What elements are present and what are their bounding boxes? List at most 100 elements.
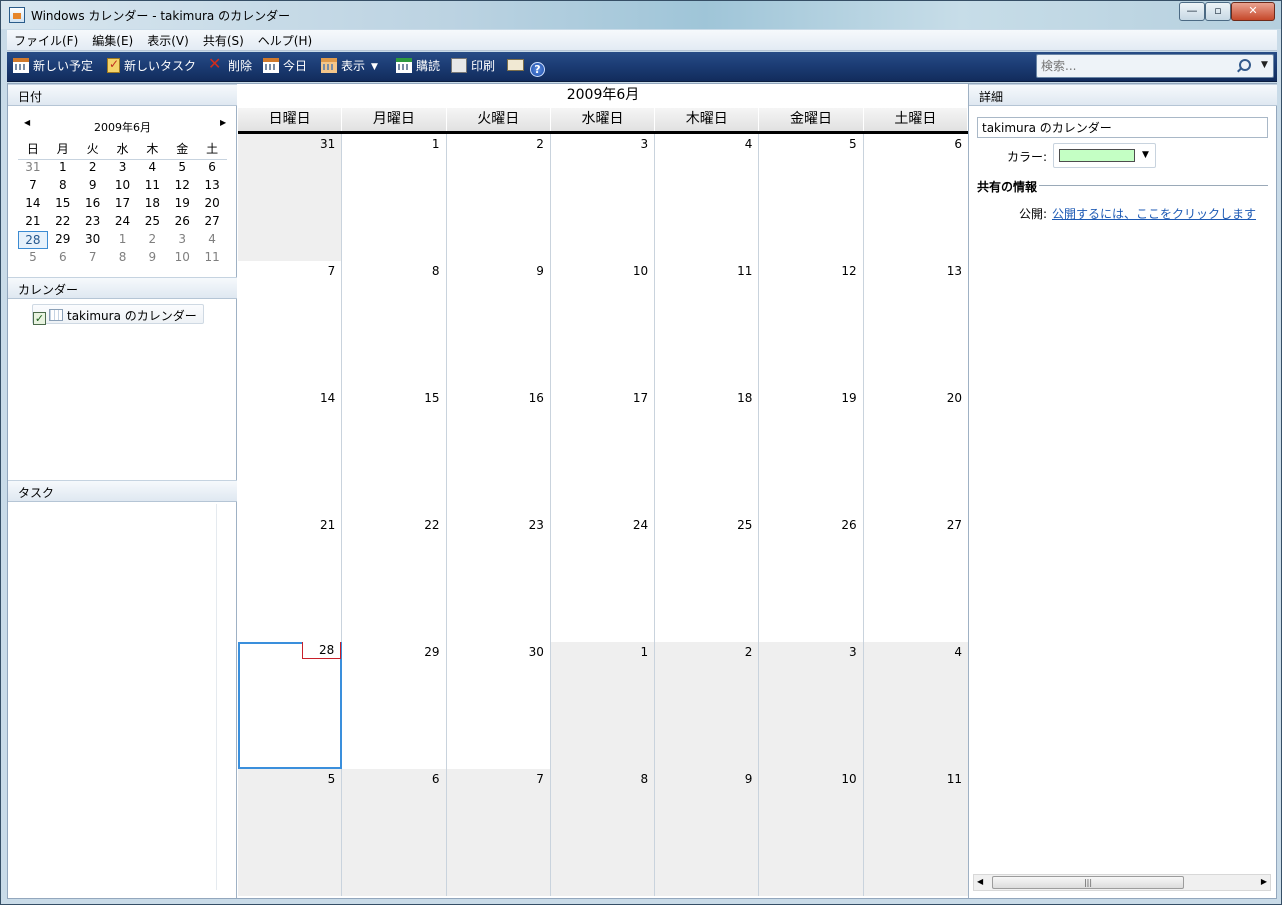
day-cell[interactable]: 26 bbox=[759, 515, 864, 642]
mini-day[interactable]: 10 bbox=[167, 249, 197, 267]
mini-day[interactable]: 11 bbox=[137, 177, 167, 195]
mini-day[interactable]: 17 bbox=[108, 195, 138, 213]
mini-day[interactable]: 30 bbox=[78, 231, 108, 249]
mini-day[interactable]: 3 bbox=[167, 231, 197, 249]
menu-share[interactable]: 共有(S) bbox=[196, 30, 251, 50]
day-cell[interactable]: 5 bbox=[759, 134, 864, 261]
day-cell[interactable]: 16 bbox=[446, 388, 551, 515]
calendar-list-item[interactable]: ✓ takimura のカレンダー bbox=[32, 304, 204, 325]
calendar-color-select[interactable]: ▼ bbox=[1053, 143, 1156, 168]
day-cell[interactable]: 17 bbox=[550, 388, 656, 515]
help-button[interactable]: ? bbox=[530, 58, 549, 77]
mini-day[interactable]: 14 bbox=[18, 195, 48, 213]
calendar-visible-checkbox[interactable]: ✓ bbox=[33, 312, 46, 325]
mini-day[interactable]: 16 bbox=[78, 195, 108, 213]
day-cell[interactable]: 2 bbox=[655, 642, 760, 769]
day-cell[interactable]: 4 bbox=[655, 134, 760, 261]
day-cell[interactable]: 8 bbox=[342, 261, 447, 388]
day-cell[interactable]: 24 bbox=[550, 515, 656, 642]
mini-day[interactable]: 5 bbox=[167, 159, 197, 177]
day-cell[interactable]: 31 bbox=[238, 134, 343, 261]
mini-day[interactable]: 26 bbox=[167, 213, 197, 231]
task-list-scrollbar[interactable] bbox=[216, 504, 217, 890]
day-cell[interactable]: 3 bbox=[759, 642, 864, 769]
scroll-left-icon[interactable]: ◀ bbox=[977, 877, 983, 886]
mini-day[interactable]: 7 bbox=[18, 177, 48, 195]
subscribe-button[interactable]: 購読 bbox=[396, 58, 440, 76]
mini-day[interactable]: 4 bbox=[137, 159, 167, 177]
contacts-button[interactable] bbox=[507, 58, 528, 76]
mini-day[interactable]: 3 bbox=[108, 159, 138, 177]
view-dropdown-arrow-icon[interactable]: ▼ bbox=[371, 59, 378, 76]
mini-day[interactable]: 27 bbox=[197, 213, 227, 231]
day-cell[interactable]: 11 bbox=[655, 261, 760, 388]
title-bar[interactable]: Windows カレンダー - takimura のカレンダー — ▫ ✕ bbox=[1, 1, 1281, 29]
view-button[interactable]: 表示 ▼ bbox=[321, 58, 378, 76]
new-event-button[interactable]: 新しい予定 bbox=[13, 58, 93, 76]
day-cell[interactable]: 9 bbox=[655, 769, 760, 896]
scrollbar-thumb[interactable]: ||| bbox=[992, 876, 1184, 889]
mini-day[interactable]: 12 bbox=[167, 177, 197, 195]
mini-day[interactable]: 8 bbox=[48, 177, 78, 195]
day-cell[interactable]: 4 bbox=[863, 642, 968, 769]
day-cell[interactable]: 23 bbox=[446, 515, 551, 642]
mini-day[interactable]: 13 bbox=[197, 177, 227, 195]
day-cell[interactable]: 7 bbox=[238, 261, 343, 388]
day-cell[interactable]: 9 bbox=[446, 261, 551, 388]
mini-day[interactable]: 25 bbox=[137, 213, 167, 231]
day-cell[interactable]: 1 bbox=[342, 134, 447, 261]
mini-day[interactable]: 22 bbox=[48, 213, 78, 231]
day-cell[interactable]: 21 bbox=[238, 515, 343, 642]
publish-link[interactable]: 公開するには、ここをクリックします bbox=[1052, 205, 1256, 222]
day-cell[interactable]: 30 bbox=[446, 642, 551, 769]
day-cell[interactable]: 11 bbox=[863, 769, 968, 896]
menu-file[interactable]: ファイル(F) bbox=[7, 30, 85, 50]
mini-calendar-title[interactable]: 2009年6月 bbox=[18, 119, 227, 135]
mini-day[interactable]: 2 bbox=[137, 231, 167, 249]
day-cell[interactable]: 7 bbox=[446, 769, 551, 896]
print-button[interactable]: 印刷 bbox=[451, 58, 495, 76]
menu-view[interactable]: 表示(V) bbox=[140, 30, 196, 50]
maximize-button[interactable]: ▫ bbox=[1205, 2, 1231, 21]
calendar-name-input[interactable] bbox=[977, 117, 1268, 138]
mini-day[interactable]: 21 bbox=[18, 213, 48, 231]
day-cell[interactable]: 29 bbox=[342, 642, 447, 769]
mini-day[interactable]: 9 bbox=[78, 177, 108, 195]
task-list[interactable] bbox=[8, 504, 237, 898]
day-cell[interactable]: 19 bbox=[759, 388, 864, 515]
mini-day[interactable]: 23 bbox=[78, 213, 108, 231]
minimize-button[interactable]: — bbox=[1179, 2, 1205, 21]
search-dropdown-icon[interactable]: ▼ bbox=[1261, 60, 1268, 70]
day-cell[interactable]: 2 bbox=[446, 134, 551, 261]
mini-day[interactable]: 20 bbox=[197, 195, 227, 213]
mini-day[interactable]: 31 bbox=[18, 159, 48, 177]
menu-edit[interactable]: 編集(E) bbox=[85, 30, 140, 50]
mini-day[interactable]: 1 bbox=[48, 159, 78, 177]
mini-day[interactable]: 1 bbox=[108, 231, 138, 249]
day-cell[interactable]: 3 bbox=[550, 134, 656, 261]
day-cell[interactable]: 6 bbox=[863, 134, 968, 261]
delete-button[interactable]: 削除 bbox=[208, 55, 252, 76]
day-cell[interactable]: 12 bbox=[759, 261, 864, 388]
mini-day[interactable]: 6 bbox=[48, 249, 78, 267]
day-cell[interactable]: 14 bbox=[238, 388, 343, 515]
day-cell-today[interactable]: 28 bbox=[238, 642, 343, 769]
mini-day[interactable]: 24 bbox=[108, 213, 138, 231]
mini-day[interactable]: 10 bbox=[108, 177, 138, 195]
day-cell[interactable]: 10 bbox=[550, 261, 656, 388]
mini-day[interactable]: 2 bbox=[78, 159, 108, 177]
day-cell[interactable]: 15 bbox=[342, 388, 447, 515]
day-cell[interactable]: 27 bbox=[863, 515, 968, 642]
mini-day[interactable]: 4 bbox=[197, 231, 227, 249]
mini-day[interactable]: 19 bbox=[167, 195, 197, 213]
mini-day-today[interactable]: 28 bbox=[18, 231, 48, 249]
day-cell[interactable]: 18 bbox=[655, 388, 760, 515]
today-button[interactable]: 今日 bbox=[263, 58, 307, 76]
day-cell[interactable]: 22 bbox=[342, 515, 447, 642]
day-cell[interactable]: 10 bbox=[759, 769, 864, 896]
close-button[interactable]: ✕ bbox=[1231, 2, 1275, 21]
menu-help[interactable]: ヘルプ(H) bbox=[251, 30, 319, 50]
day-cell[interactable]: 6 bbox=[342, 769, 447, 896]
mini-day[interactable]: 18 bbox=[137, 195, 167, 213]
mini-day[interactable]: 5 bbox=[18, 249, 48, 267]
